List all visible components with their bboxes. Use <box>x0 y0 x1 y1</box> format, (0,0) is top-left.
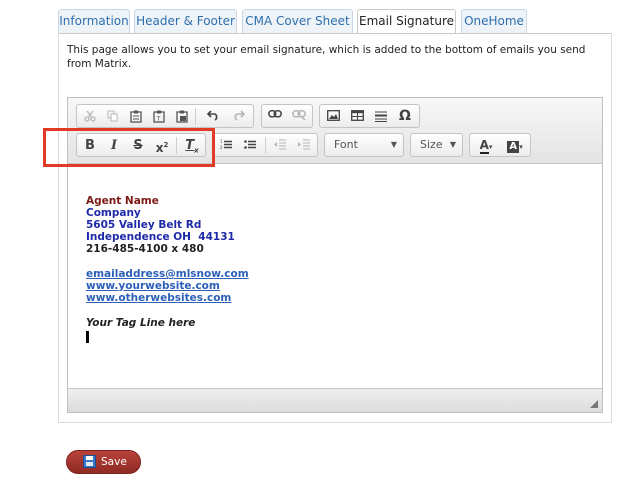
bulleted-list-icon[interactable] <box>239 136 261 155</box>
save-button[interactable]: Save <box>66 450 141 474</box>
highlight-box <box>43 128 215 167</box>
resize-handle-icon[interactable] <box>590 400 598 408</box>
text-cursor <box>86 331 89 343</box>
font-select[interactable]: Font ▼ <box>324 133 404 157</box>
tab-cma-cover-sheet[interactable]: CMA Cover Sheet <box>242 9 353 33</box>
redo-icon[interactable] <box>227 107 249 126</box>
chevron-down-icon: ▼ <box>390 140 397 149</box>
save-button-label: Save <box>101 456 127 468</box>
colors-group: A▾ A ▾ <box>469 133 531 157</box>
intro-text: This page allows you to set your email s… <box>67 44 586 70</box>
svg-text:1: 1 <box>220 139 223 144</box>
svg-text:T: T <box>156 116 161 123</box>
signature-website-link-1[interactable]: www.yourwebsite.com <box>86 280 220 293</box>
image-icon[interactable] <box>322 107 344 126</box>
chevron-down-icon: ▼ <box>449 140 456 149</box>
signature-address-line1: 5605 Valley Belt Rd <box>86 219 202 231</box>
numbered-list-icon[interactable]: 12 <box>215 136 237 155</box>
signature-email-link[interactable]: emailaddress@mlsnow.com <box>86 268 249 281</box>
link-icon[interactable] <box>264 107 286 126</box>
clipboard-group: T <box>76 104 254 128</box>
text-color-icon[interactable]: A▾ <box>473 136 499 155</box>
signature-company: Company <box>86 207 141 219</box>
editor-status-bar <box>68 388 602 412</box>
paste-word-icon[interactable] <box>171 107 193 126</box>
signature-phone: 216-485-4100 x 480 <box>86 243 204 255</box>
copy-icon[interactable] <box>102 107 124 126</box>
unlink-icon[interactable] <box>288 107 310 126</box>
special-char-icon[interactable]: Ω <box>394 107 416 126</box>
paragraph-group: 12 <box>212 133 318 157</box>
tab-header-footer[interactable]: Header & Footer <box>134 9 237 33</box>
tab-onehome[interactable]: OneHome <box>461 9 527 33</box>
signature-address-line2: Independence OH 44131 <box>86 231 235 243</box>
tab-email-signature[interactable]: Email Signature <box>357 9 456 34</box>
floppy-disk-icon <box>83 455 96 468</box>
paste-text-icon[interactable]: T <box>148 107 170 126</box>
paste-icon[interactable] <box>125 107 147 126</box>
horizontal-rule-icon[interactable] <box>370 107 392 126</box>
signature-name: Agent Name <box>86 195 159 207</box>
editor-content[interactable]: Agent Name Company 5605 Valley Belt Rd I… <box>68 165 602 385</box>
signature-website-link-2[interactable]: www.otherwebsites.com <box>86 292 231 305</box>
size-select-label: Size <box>420 138 443 151</box>
background-color-icon[interactable]: A ▾ <box>502 136 528 155</box>
toolbar-separator <box>265 137 266 154</box>
cut-icon[interactable] <box>79 107 101 126</box>
outdent-icon[interactable] <box>269 136 291 155</box>
font-select-label: Font <box>334 138 358 151</box>
insert-group: Ω <box>319 104 420 128</box>
link-group <box>261 104 313 128</box>
undo-icon[interactable] <box>202 107 224 126</box>
svg-text:2: 2 <box>220 145 223 150</box>
size-select[interactable]: Size ▼ <box>410 133 463 157</box>
indent-icon[interactable] <box>293 136 315 155</box>
toolbar-separator <box>195 108 196 125</box>
tab-information[interactable]: Information <box>58 9 130 33</box>
table-icon[interactable] <box>346 107 368 126</box>
signature-tagline: Your Tag Line here <box>86 317 196 329</box>
